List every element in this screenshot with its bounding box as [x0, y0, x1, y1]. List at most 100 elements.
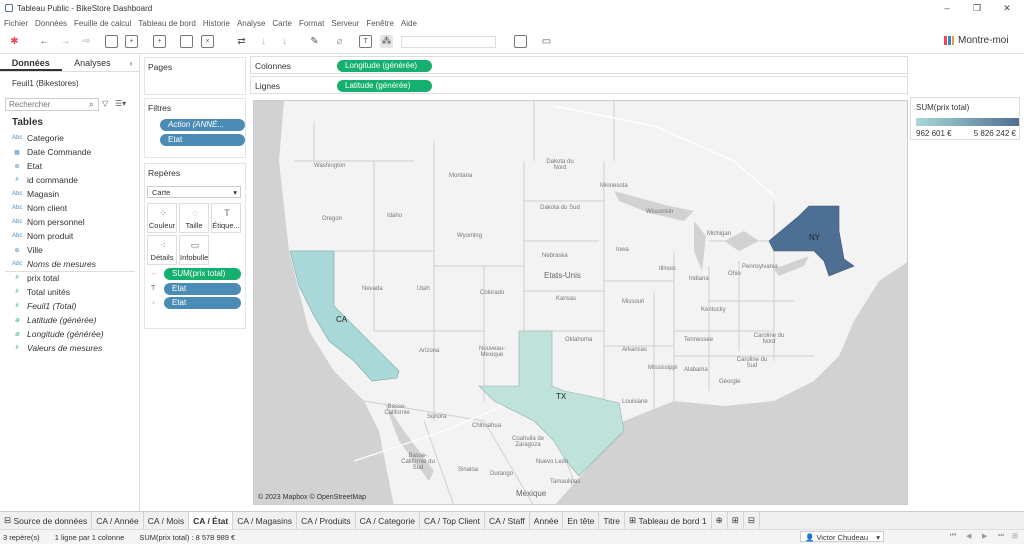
field-item[interactable]: ▦ Date Commande	[12, 147, 91, 157]
state-label-ca[interactable]: CA	[336, 315, 347, 324]
menu-aide[interactable]: Aide	[401, 19, 417, 28]
tab-ca-etat[interactable]: CA / État	[189, 511, 234, 530]
field-item[interactable]: Abc Nom produit	[12, 231, 73, 241]
map-copyright[interactable]: © 2023 Mapbox © OpenStreetMap	[258, 494, 366, 501]
new-story-tab-icon[interactable]: ⊟	[744, 511, 760, 530]
field-item[interactable]: # Valeurs de mesures	[12, 343, 102, 353]
rows-pill[interactable]: Latitude (générée)	[337, 80, 432, 92]
tab-tableau-de-bord-1[interactable]: ⊞ Tableau de bord 1	[625, 511, 712, 530]
field-item[interactable]: # Total unités	[12, 287, 70, 297]
label-button[interactable]: T Étique...	[211, 203, 241, 233]
redo-icon[interactable]: →	[59, 35, 72, 48]
menu-serveur[interactable]: Serveur	[331, 19, 359, 28]
show-me-button[interactable]: Montre-moi	[944, 35, 1009, 46]
field-item[interactable]: ⊕ Longitude (générée)	[12, 329, 103, 339]
menu-format[interactable]: Format	[299, 19, 324, 28]
columns-shelf[interactable]: Colonnes Longitude (générée)	[250, 56, 908, 74]
tooltip-button[interactable]: ▭ Infobulle	[179, 235, 209, 265]
menu-historie[interactable]: Historie	[203, 19, 230, 28]
map-view[interactable]: Washington Oregon Idaho Montana Wyoming …	[253, 100, 908, 505]
tab-ca-mois[interactable]: CA / Mois	[144, 511, 190, 530]
new-datasource-icon[interactable]: +	[125, 35, 138, 48]
duplicate-sheet-icon[interactable]	[180, 35, 193, 48]
undo-icon[interactable]: ←	[38, 35, 51, 48]
search-icon[interactable]: ⌕	[89, 100, 93, 110]
field-item[interactable]: Abc Categorie	[12, 133, 64, 143]
menu-carte[interactable]: Carte	[272, 19, 292, 28]
show-labels-icon[interactable]: T	[359, 35, 372, 48]
pages-card[interactable]: Pages	[144, 57, 246, 95]
field-item[interactable]: ⊕ Latitude (générée)	[12, 315, 96, 325]
user-menu[interactable]: 👤 Victor Chudeau ▾	[800, 531, 884, 542]
tableau-logo-icon[interactable]: ✱	[8, 35, 21, 48]
field-item[interactable]: Abc Magasin	[12, 189, 59, 199]
field-item[interactable]: ⊕ Ville	[12, 245, 42, 255]
swap-icon[interactable]: ⇄	[235, 35, 248, 48]
fit-select[interactable]	[401, 36, 496, 48]
mark-pill-etat-label[interactable]: Etat	[164, 283, 241, 295]
menu-fenetre[interactable]: Fenêtre	[366, 19, 394, 28]
data-source-name[interactable]: Feuil1 (Bikestores)	[12, 79, 79, 88]
menu-donnees[interactable]: Données	[35, 19, 67, 28]
new-sheet-tab-icon[interactable]: ⊕	[712, 511, 728, 530]
close-button[interactable]: ✕	[992, 0, 1022, 16]
tab-titre[interactable]: Titre	[599, 511, 626, 530]
clear-sheet-icon[interactable]: ×	[201, 35, 214, 48]
presentation-icon[interactable]	[514, 35, 527, 48]
menu-tableau-de-bord[interactable]: Tableau de bord	[138, 19, 195, 28]
new-dashboard-tab-icon[interactable]: ⊞	[728, 511, 744, 530]
columns-pill[interactable]: Longitude (générée)	[337, 60, 432, 72]
field-item[interactable]: # Feuil1 (Total)	[12, 301, 76, 311]
mark-type-select[interactable]: Carte ▾	[147, 186, 241, 198]
menu-analyse[interactable]: Analyse	[237, 19, 265, 28]
rows-shelf[interactable]: Lignes Latitude (générée)	[250, 76, 908, 94]
filter-pill-action[interactable]: Action (ANNÉ...	[160, 119, 245, 131]
state-label-ny[interactable]: NY	[809, 233, 820, 242]
detail-button[interactable]: ⁖ Détails	[147, 235, 177, 265]
highlight-icon[interactable]: ✎	[308, 35, 321, 48]
tab-ca-staff[interactable]: CA / Staff	[485, 511, 530, 530]
filters-card[interactable]: Filtres Action (ANNÉ... Etat	[144, 98, 246, 158]
tab-en-tete[interactable]: En tête	[563, 511, 600, 530]
sort-desc-icon[interactable]: ↓	[278, 35, 291, 48]
color-button[interactable]: ⁘ Couleur	[147, 203, 177, 233]
prev-page-icon[interactable]: ◀	[966, 532, 971, 540]
replay-icon[interactable]: ⇨	[80, 35, 93, 48]
state-label-tx[interactable]: TX	[556, 392, 566, 401]
tab-annee[interactable]: Année	[530, 511, 564, 530]
mark-pill-sum-prix[interactable]: SUM(prix total)	[164, 268, 241, 280]
group-icon[interactable]: ⌀	[333, 35, 346, 48]
field-item[interactable]: Abc Noms de mesures	[12, 259, 96, 269]
tab-ca-produits[interactable]: CA / Produits	[297, 511, 356, 530]
sort-asc-icon[interactable]: ↓	[257, 35, 270, 48]
menu-fichier[interactable]: Fichier	[4, 19, 28, 28]
field-item[interactable]: # prix total	[12, 273, 59, 283]
minimize-button[interactable]: –	[932, 0, 962, 16]
fix-axes-icon[interactable]: ⁂	[380, 35, 393, 48]
maximize-button[interactable]: ❐	[962, 0, 992, 16]
present-mode-icon[interactable]: ▭	[540, 35, 553, 48]
field-item[interactable]: Abc Nom personnel	[12, 217, 85, 227]
tab-source-de-donnees[interactable]: ⊟ Source de données	[0, 511, 93, 530]
color-legend[interactable]: SUM(prix total) 962 601 € 5 826 242 €	[910, 97, 1020, 140]
tab-ca-top-client[interactable]: CA / Top Client	[420, 511, 486, 530]
first-page-icon[interactable]: ⏮	[950, 532, 956, 540]
save-icon[interactable]	[105, 35, 118, 48]
mark-pill-etat-detail[interactable]: Etat	[164, 297, 241, 309]
field-item[interactable]: ⊕ Etat	[12, 161, 42, 171]
last-page-icon[interactable]: ⏭	[998, 532, 1004, 540]
tab-ca-annee[interactable]: CA / Année	[92, 511, 144, 530]
tab-analyses[interactable]: Analyses	[62, 55, 124, 71]
search-input[interactable]	[5, 98, 99, 111]
new-sheet-icon[interactable]: +	[153, 35, 166, 48]
menu-feuille[interactable]: Feuille de calcul	[74, 19, 131, 28]
tab-ca-magasins[interactable]: CA / Magasins	[233, 511, 298, 530]
collapse-pane-icon[interactable]: ‹	[123, 55, 139, 71]
tab-ca-categorie[interactable]: CA / Categorie	[356, 511, 420, 530]
grid-view-icon[interactable]: ⊞	[1012, 532, 1018, 540]
field-item[interactable]: # id commande	[12, 175, 78, 185]
next-page-icon[interactable]: ▶	[982, 532, 987, 540]
size-button[interactable]: ◌ Taille	[179, 203, 209, 233]
tab-donnees[interactable]: Données	[0, 55, 62, 71]
field-item[interactable]: Abc Nom client	[12, 203, 67, 213]
